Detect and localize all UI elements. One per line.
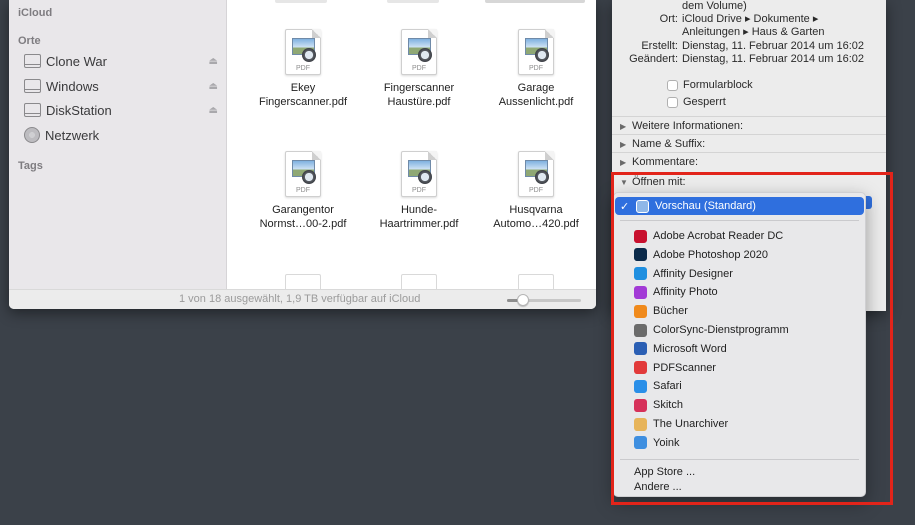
file-name-line: Hunde- xyxy=(400,204,438,216)
drive-icon xyxy=(24,79,41,93)
sidebar-item-diskstation[interactable]: DiskStation ⏏ xyxy=(24,99,218,121)
sidebar-item-windows[interactable]: Windows ⏏ xyxy=(24,75,218,97)
sidebar-item-label: Windows xyxy=(46,78,99,94)
sidebar-item-label: Netzwerk xyxy=(45,127,100,143)
file-name-line: Haartrimmer.pdf xyxy=(379,218,459,230)
finder-sidebar: iCloud Orte Clone War ⏏ Windows ⏏ DiskSt… xyxy=(9,0,227,289)
pdf-file-icon: PDF xyxy=(518,29,554,75)
pdf-file-icon: PDF xyxy=(401,151,437,197)
sidebar-item-label: DiskStation xyxy=(46,102,112,118)
network-globe-icon xyxy=(24,127,40,143)
sidebar-item-label: Clone War xyxy=(46,53,107,69)
file-name-line: Automo…420.pdf xyxy=(493,218,579,230)
pdf-file-icon[interactable] xyxy=(518,274,554,290)
section-weitere-informationen[interactable]: ▶ Weitere Informationen: xyxy=(612,116,886,134)
info-created-value: Dienstag, 11. Februar 2014 um 16:02 xyxy=(682,40,865,52)
finder-window: iCloud Orte Clone War ⏏ Windows ⏏ DiskSt… xyxy=(9,0,596,309)
file-name-line: Haustüre.pdf xyxy=(387,96,451,108)
file-grid: PDF Ekey Fingerscanner.pdf PDF Fingerscan… xyxy=(227,0,596,290)
sidebar-item-netzwerk[interactable]: Netzwerk xyxy=(24,124,218,146)
pdf-file-icon: PDF xyxy=(401,29,437,75)
file-item[interactable]: PDF Ekey Fingerscanner.pdf xyxy=(244,29,362,109)
file-name-line: Garage xyxy=(517,82,555,94)
disclosure-triangle-icon[interactable]: ▶ xyxy=(620,154,632,172)
pdf-file-icon: PDF xyxy=(285,29,321,75)
file-item[interactable]: PDF Fingerscanner Haustüre.pdf xyxy=(360,29,478,109)
info-modified-label: Geändert: xyxy=(629,53,678,65)
gesperrt-checkbox[interactable]: Gesperrt xyxy=(667,96,726,108)
formularblock-checkbox[interactable]: Formularblock xyxy=(667,79,753,91)
sidebar-header-icloud: iCloud xyxy=(18,7,53,19)
file-item[interactable]: PDF Garangentor Normst…00-2.pdf xyxy=(244,151,362,231)
eject-icon[interactable]: ⏏ xyxy=(209,105,218,116)
sidebar-header-places: Orte xyxy=(18,35,41,47)
pdf-file-icon: PDF xyxy=(285,151,321,197)
file-name-line: Husqvarna xyxy=(509,204,563,216)
info-ort-label: Ort: xyxy=(659,13,678,25)
file-item[interactable]: PDF Husqvarna Automo…420.pdf xyxy=(477,151,595,231)
info-ort-value: Anleitungen ▸ Haus & Garten xyxy=(682,26,825,38)
status-text: 1 von 18 ausgewählt, 1,9 TB verfügbar au… xyxy=(179,293,421,305)
highlight-box xyxy=(611,172,893,505)
file-item[interactable]: PDF Garage Aussenlicht.pdf xyxy=(477,29,595,109)
file-name-line: Fingerscanner xyxy=(383,82,455,94)
section-label: Kommentare: xyxy=(632,156,699,168)
file-name-line: Aussenlicht.pdf xyxy=(498,96,574,108)
drive-icon xyxy=(24,103,41,117)
pdf-file-icon[interactable] xyxy=(285,274,321,290)
info-ort-value: iCloud Drive ▸ Dokumente ▸ xyxy=(682,13,819,25)
file-name-line: Normst…00-2.pdf xyxy=(259,218,347,230)
status-bar: 1 von 18 ausgewählt, 1,9 TB verfügbar au… xyxy=(9,289,596,309)
previous-row-label-cut xyxy=(275,0,327,3)
pdf-file-icon: PDF xyxy=(518,151,554,197)
drive-icon xyxy=(24,54,41,68)
section-label: Weitere Informationen: xyxy=(632,120,744,132)
file-item[interactable]: PDF Hunde- Haartrimmer.pdf xyxy=(360,151,478,231)
file-name-line: Garangentor xyxy=(272,204,334,216)
previous-row-label-cut xyxy=(387,0,439,3)
section-label: Name & Suffix: xyxy=(632,138,706,150)
eject-icon[interactable]: ⏏ xyxy=(209,81,218,92)
info-volume-line: dem Volume) xyxy=(682,0,747,12)
file-name-line: Fingerscanner.pdf xyxy=(258,96,348,108)
previous-row-label-cut xyxy=(485,0,585,3)
checkbox-label: Gesperrt xyxy=(683,96,726,108)
info-created-label: Erstellt: xyxy=(641,40,678,52)
info-modified-value: Dienstag, 11. Februar 2014 um 16:02 xyxy=(682,53,865,65)
section-kommentare[interactable]: ▶ Kommentare: xyxy=(612,152,886,170)
file-name-line: Ekey xyxy=(290,82,316,94)
sidebar-header-tags: Tags xyxy=(18,160,43,172)
checkbox-label: Formularblock xyxy=(683,79,753,91)
pdf-file-icon[interactable] xyxy=(401,274,437,290)
icon-size-slider[interactable] xyxy=(507,294,581,306)
section-name-suffix[interactable]: ▶ Name & Suffix: xyxy=(612,134,886,152)
sidebar-item-clone-war[interactable]: Clone War ⏏ xyxy=(24,50,218,72)
eject-icon[interactable]: ⏏ xyxy=(209,56,218,67)
icon-size-slider-knob[interactable] xyxy=(517,294,530,306)
